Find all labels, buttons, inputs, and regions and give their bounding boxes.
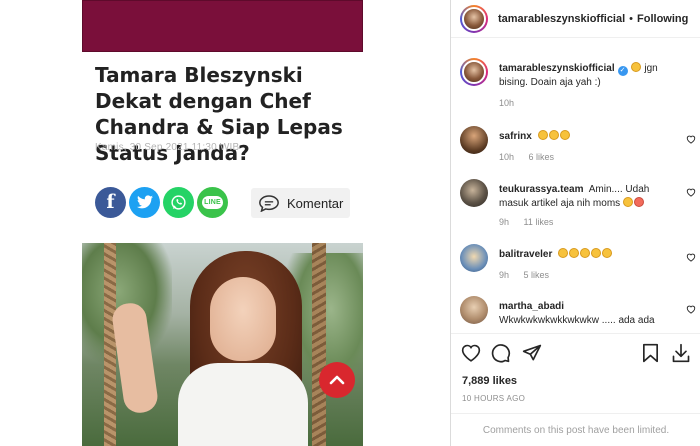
verified-badge-icon: ✓ [617, 66, 628, 76]
comment-button[interactable]: Komentar [251, 188, 350, 218]
facebook-share-button[interactable]: f [95, 186, 126, 218]
scream-emoji-icon [591, 248, 602, 258]
heart-icon[interactable] [686, 252, 696, 262]
comment-username[interactable]: martha_abadi [499, 301, 564, 312]
comment-likes[interactable]: 11 likes [524, 217, 554, 227]
scroll-to-top-button[interactable] [319, 362, 355, 398]
download-icon[interactable] [671, 343, 691, 363]
grinning-emoji-icon [622, 197, 633, 207]
face-emoji-icon [559, 130, 570, 140]
comment-likes[interactable]: 5 likes [524, 270, 550, 280]
avatar[interactable] [460, 126, 488, 154]
line-share-button[interactable]: LINE [197, 186, 228, 218]
bookmark-icon[interactable] [642, 343, 659, 363]
twitter-share-button[interactable] [129, 186, 160, 218]
comment-likes[interactable]: 6 likes [529, 152, 555, 162]
post-timestamp: 10 HOURS AGO [462, 394, 526, 403]
heart-eyes-emoji-icon [633, 197, 644, 207]
scream-emoji-icon [580, 248, 591, 258]
heart-icon[interactable] [686, 134, 696, 144]
facebook-icon: f [106, 191, 115, 213]
comment-time: 10h [499, 98, 515, 108]
following-button[interactable]: Following [637, 13, 688, 25]
scream-emoji-icon [569, 248, 580, 258]
avatar[interactable] [460, 58, 488, 86]
article-date: Kamis, 30 Sep 2021 11:30 WIB [95, 142, 240, 153]
scream-emoji-icon [602, 248, 613, 258]
speech-bubble-icon [259, 194, 279, 212]
header-username[interactable]: tamarableszynskiofficial [498, 13, 625, 25]
face-emoji-icon [537, 130, 548, 140]
comments-list[interactable]: tamarableszynskiofficial ✓ jgn bising. Do… [451, 40, 700, 333]
comment-time: 9h [499, 270, 510, 280]
avatar[interactable] [460, 244, 488, 272]
comment-username[interactable]: safrinx [499, 131, 532, 142]
line-icon: LINE [202, 195, 223, 209]
article-photo [82, 243, 363, 446]
whatsapp-icon [171, 194, 186, 210]
comment-button-label: Komentar [287, 195, 344, 211]
comment-username[interactable]: tamarableszynskiofficial [499, 63, 615, 74]
face-emoji-icon [548, 130, 559, 140]
comment-text: Wkwkwkwkwkkwkwkw ..... ada ada [499, 315, 655, 326]
comment-time: 9h [499, 217, 510, 227]
top-banner-image [82, 0, 363, 52]
scream-emoji-icon [558, 248, 569, 258]
share-plane-icon[interactable] [522, 343, 542, 363]
comment-username[interactable]: teukurassya.team [499, 184, 584, 195]
post-header: tamarableszynskiofficial • Following [451, 0, 700, 38]
likes-count[interactable]: 7,889 likes [462, 375, 517, 387]
comment-icon[interactable] [491, 343, 511, 363]
heart-icon[interactable] [686, 304, 696, 314]
avatar[interactable] [460, 179, 488, 207]
post-actions: 7,889 likes 10 HOURS AGO Comments on thi… [451, 333, 700, 445]
comments-limited-notice: Comments on this post have been limited. [451, 413, 700, 446]
avatar[interactable] [460, 4, 488, 33]
share-buttons: f LINE [95, 186, 231, 218]
header-separator: • [629, 12, 634, 25]
twitter-icon [136, 195, 153, 209]
like-heart-icon[interactable] [461, 343, 481, 362]
whatsapp-share-button[interactable] [163, 186, 194, 218]
face-emoji-icon [630, 62, 641, 72]
instagram-panel: tamarableszynskiofficial • Following tam… [450, 0, 700, 446]
heart-icon[interactable] [686, 187, 696, 197]
avatar[interactable] [460, 296, 488, 324]
comment-time: 10h [499, 152, 515, 162]
article-panel: Tamara Bleszynski Dekat dengan Chef Chan… [0, 0, 450, 446]
chevron-up-icon [329, 375, 345, 385]
comment-username[interactable]: balitraveler [499, 249, 552, 260]
